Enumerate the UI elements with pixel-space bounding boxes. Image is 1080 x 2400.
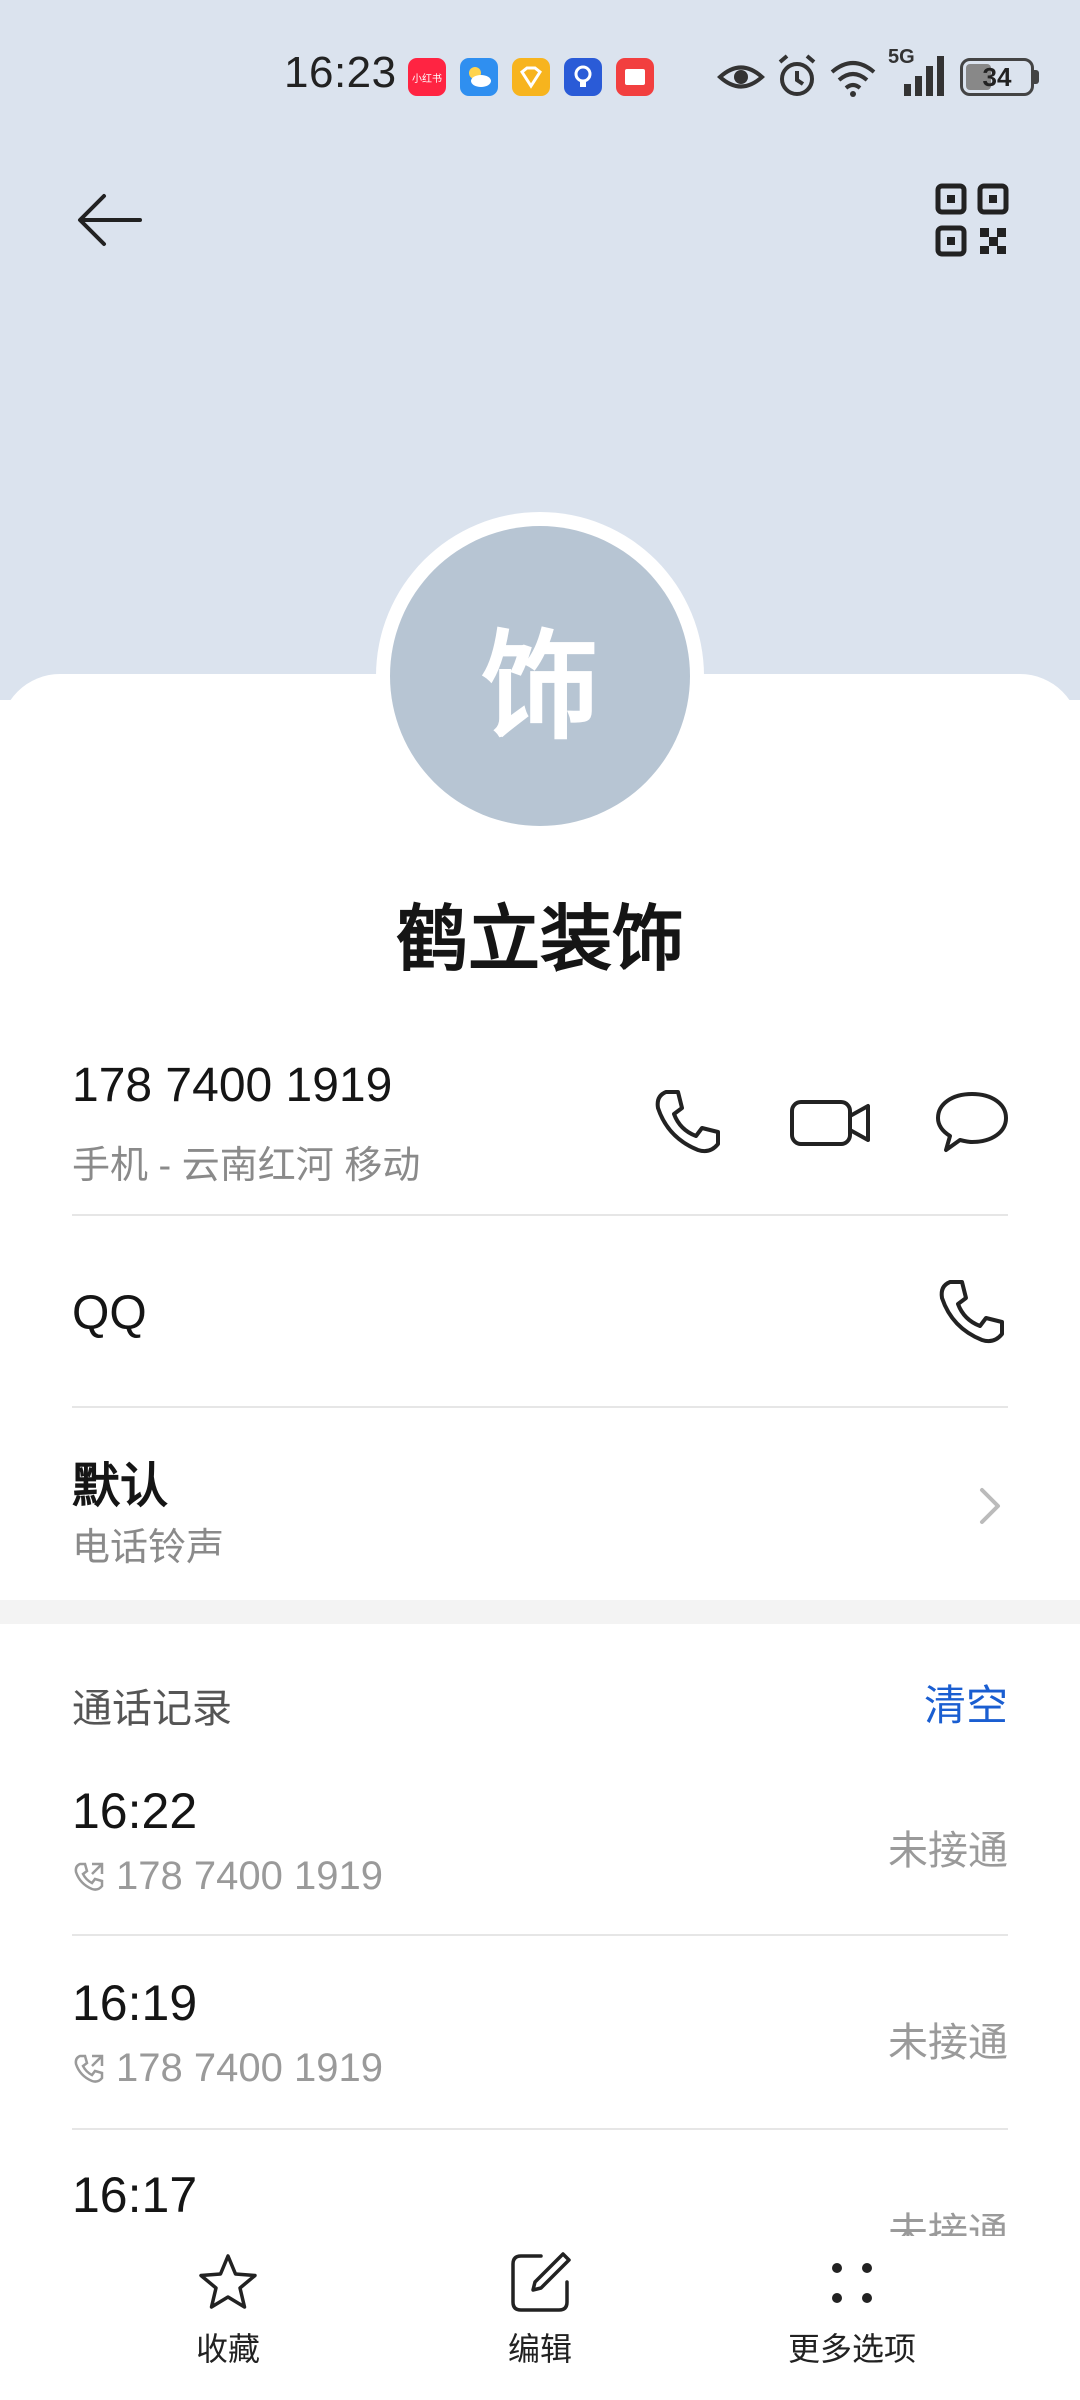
edit-icon bbox=[511, 2252, 571, 2312]
vip-icon bbox=[512, 58, 550, 96]
arrow-left-icon bbox=[78, 194, 142, 246]
call-time: 16:22 bbox=[72, 1783, 198, 1839]
edit-label: 编辑 bbox=[507, 2331, 572, 2367]
divider bbox=[72, 1214, 1008, 1216]
ringtone-value: 默认 bbox=[72, 1460, 169, 1513]
ringtone-label: 电话铃声 bbox=[72, 1527, 225, 1569]
qq-label: QQ bbox=[72, 1287, 147, 1340]
wifi-icon bbox=[828, 52, 878, 107]
call-time: 16:17 bbox=[72, 2167, 198, 2223]
battery-icon: 34 bbox=[960, 58, 1034, 96]
outgoing-call-icon bbox=[74, 1862, 104, 1891]
phone-type-location: 手机 - 云南红河 移动 bbox=[72, 1145, 421, 1187]
weather-icon bbox=[460, 58, 498, 96]
divider bbox=[72, 2128, 1008, 2130]
xiaohongshu-icon: 小红书 bbox=[408, 58, 446, 96]
call-button[interactable] bbox=[648, 1082, 728, 1162]
section-separator bbox=[0, 1600, 1080, 1624]
phone-icon bbox=[655, 1090, 720, 1154]
back-button[interactable] bbox=[70, 180, 150, 260]
call-number-line: 178 7400 1919 bbox=[72, 2046, 383, 2091]
call-status: 未接通 bbox=[888, 2021, 1008, 2065]
qq-call-button[interactable] bbox=[932, 1272, 1012, 1352]
video-call-button[interactable] bbox=[788, 1082, 878, 1162]
chat-bubble-icon bbox=[936, 1092, 1008, 1152]
call-status: 未接通 bbox=[888, 1829, 1008, 1873]
favorite-label: 收藏 bbox=[195, 2331, 260, 2367]
bulb-app-icon bbox=[564, 58, 602, 96]
call-time: 16:19 bbox=[72, 1975, 198, 2031]
more-options-label: 更多选项 bbox=[787, 2331, 916, 2367]
alarm-icon bbox=[774, 52, 820, 107]
avatar[interactable]: 饰 bbox=[390, 526, 690, 826]
call-number-line: 178 7400 1919 bbox=[72, 1854, 383, 1899]
phone-icon bbox=[939, 1280, 1004, 1344]
signal-icon bbox=[892, 52, 948, 107]
favorite-button[interactable]: 收藏 bbox=[118, 2250, 338, 2370]
reader-app-icon bbox=[616, 58, 654, 96]
battery-level: 34 bbox=[982, 62, 1012, 92]
chevron-right-icon bbox=[970, 1476, 1010, 1536]
eye-icon bbox=[716, 52, 766, 107]
more-options-button[interactable]: 更多选项 bbox=[742, 2250, 962, 2370]
outgoing-call-icon bbox=[74, 2054, 104, 2083]
clear-call-log-button[interactable]: 清空 bbox=[900, 1672, 1008, 1733]
call-number: 178 7400 1919 bbox=[116, 2046, 383, 2090]
qr-code-icon bbox=[935, 183, 1009, 257]
battery-tip bbox=[1034, 70, 1039, 84]
phone-number[interactable]: 178 7400 1919 bbox=[72, 1058, 392, 1113]
message-button[interactable] bbox=[932, 1082, 1012, 1162]
star-icon bbox=[199, 2254, 257, 2309]
edit-button[interactable]: 编辑 bbox=[430, 2250, 650, 2370]
call-log-title: 通话记录 bbox=[72, 1687, 232, 1731]
more-dots-icon bbox=[832, 2263, 872, 2303]
call-number: 178 7400 1919 bbox=[116, 1854, 383, 1898]
video-camera-icon bbox=[790, 1100, 870, 1146]
contact-name: 鹤立装饰 bbox=[395, 900, 684, 980]
status-time: 16:23 bbox=[284, 48, 397, 97]
qr-code-button[interactable] bbox=[932, 180, 1012, 260]
